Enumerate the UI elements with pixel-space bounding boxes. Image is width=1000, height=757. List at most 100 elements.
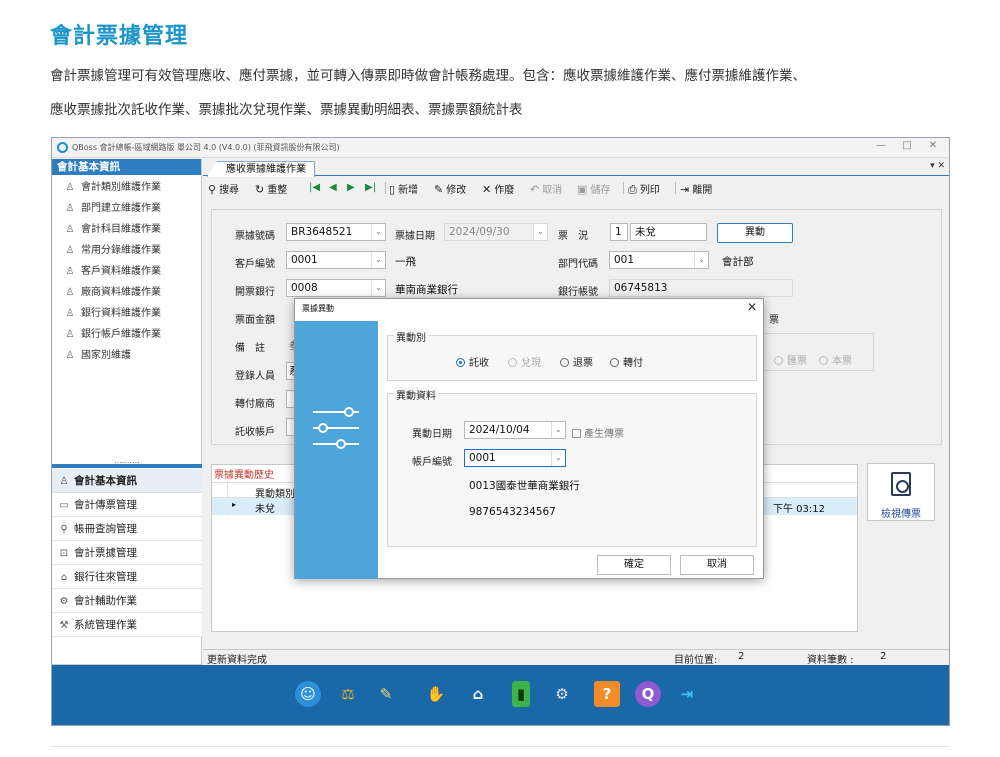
count-label: 資料筆數 :: [807, 655, 854, 666]
sidebar-item[interactable]: ♙ 銀行帳戶維護作業: [52, 324, 201, 345]
exit-button[interactable]: ⇥ 離開: [680, 181, 712, 196]
new-document-icon: ▯: [389, 183, 396, 196]
row-type: 未兌: [255, 504, 275, 515]
person-icon: ♙: [65, 245, 75, 256]
sidebar-item[interactable]: ♙ 部門建立維護作業: [52, 198, 201, 219]
row-time: 下午 03:12: [773, 504, 825, 515]
radio-draft[interactable]: 匯票: [774, 352, 807, 367]
radio-circle-icon: [560, 358, 569, 367]
window-close-button[interactable]: ✕: [923, 140, 943, 151]
chevron-down-icon[interactable]: ⌄: [533, 224, 547, 240]
status-code-field[interactable]: 1: [610, 223, 628, 241]
hand-document-app-icon[interactable]: ✋: [423, 681, 449, 707]
sidebar-item[interactable]: ♙ 廠商資料維護作業: [52, 282, 201, 303]
undo-icon: ↶: [530, 183, 540, 196]
radio-selected-icon: [456, 358, 465, 367]
minimize-button[interactable]: —: [871, 140, 891, 151]
exit-door-app-icon[interactable]: ⇥: [674, 681, 700, 707]
view-voucher-button[interactable]: 檢視傳票: [867, 463, 935, 521]
save-icon: ▣: [577, 183, 588, 196]
sidebar-splitter[interactable]: [52, 464, 202, 468]
chevron-down-icon[interactable]: ⌄: [371, 224, 385, 240]
search-button[interactable]: ⚲ 搜尋: [208, 181, 239, 196]
chevron-down-icon[interactable]: ⌄: [551, 450, 565, 466]
bank-app-icon[interactable]: ⌂: [465, 681, 491, 707]
radio-circle-icon: [819, 356, 828, 365]
nav-item-voucher[interactable]: ▭ 會計傳票管理: [52, 493, 202, 517]
amount-label: 票面金額: [235, 315, 275, 326]
nav-item-system[interactable]: ⚒ 系統管理作業: [52, 613, 202, 637]
chevron-down-icon[interactable]: ⌄: [694, 252, 708, 268]
cancel-toolbar-button[interactable]: ↶ 取消: [530, 181, 562, 196]
nav-item-assist[interactable]: ⚙ 會計輔助作業: [52, 589, 202, 613]
change-button[interactable]: 異動: [717, 223, 793, 243]
app-dock: ☺ ⚖ ✎ ✋ ⌂ ▮ ⚙ ? Q ⇥: [52, 665, 949, 725]
count-value: 2: [880, 651, 887, 662]
nav-item-bank[interactable]: ⌂ 銀行往來管理: [52, 565, 202, 589]
sidebar-item[interactable]: ♙ 會計類別維護作業: [52, 177, 201, 198]
sliders-icon: [313, 407, 359, 449]
dialog-close-button[interactable]: ✕: [747, 300, 757, 314]
sidebar-item[interactable]: ♙ 客戶資料維護作業: [52, 261, 201, 282]
chevron-down-icon[interactable]: ⌄: [371, 252, 385, 268]
scale-app-icon[interactable]: ⚖: [335, 681, 361, 707]
nav-item-ledger[interactable]: ⚲ 帳冊查詢管理: [52, 517, 202, 541]
trash-app-icon[interactable]: ▮: [512, 681, 530, 707]
window-title: QBoss 會計總帳-區域網路版 單公司 4.0 (V4.0.0) (菲飛資訊股…: [72, 143, 340, 152]
new-button[interactable]: ▯ 新增: [389, 181, 418, 196]
qboss-app-icon[interactable]: Q: [635, 681, 661, 707]
pen-app-icon[interactable]: ✎: [373, 681, 399, 707]
sidebar-item[interactable]: ♙ 國家別維護: [52, 345, 201, 366]
gear-icon: ⚙: [59, 596, 69, 607]
sidebar-item[interactable]: ♙ 銀行資料維護作業: [52, 303, 201, 324]
tab-controls[interactable]: ▾ ✕: [930, 161, 945, 171]
sidebar-header: 會計基本資訊: [52, 159, 201, 175]
radio-cash[interactable]: 兌現: [508, 354, 541, 369]
bank-code-field[interactable]: 0008 ⌄: [286, 279, 386, 297]
radio-promissory[interactable]: 本票: [819, 352, 852, 367]
refresh-button[interactable]: ↻ 重整: [255, 181, 287, 196]
ok-button[interactable]: 確定: [597, 555, 671, 575]
change-type-label: 異動別: [394, 329, 428, 344]
void-button[interactable]: ✕ 作廢: [482, 181, 514, 196]
cancel-button[interactable]: 取消: [680, 555, 754, 575]
person-icon: ♙: [65, 266, 75, 277]
account-no-input[interactable]: 0001 ⌄: [464, 449, 566, 467]
generate-voucher-checkbox[interactable]: 產生傳票: [572, 425, 624, 440]
status-label: 票 況: [558, 231, 588, 242]
intro-text-line-2: 應收票據批次託收作業、票據批次兌現作業、票據異動明細表、票據票額統計表: [50, 102, 523, 118]
edit-button[interactable]: ✎ 修改: [434, 181, 466, 196]
account-no-field[interactable]: 06745813: [609, 279, 793, 297]
chevron-down-icon[interactable]: ⌄: [371, 280, 385, 296]
bill-date-field[interactable]: 2024/09/30 ⌄: [444, 223, 548, 241]
save-button[interactable]: ▣ 儲存: [577, 181, 610, 196]
customer-name: 一飛: [395, 256, 416, 268]
nav-item-basic-info[interactable]: ♙ 會計基本資訊: [52, 469, 202, 493]
settings-app-icon[interactable]: ⚙: [549, 681, 575, 707]
bill-no-field[interactable]: BR3648521 ⌄: [286, 223, 386, 241]
status-message: 更新資料完成: [207, 655, 267, 666]
radio-transfer[interactable]: 轉付: [610, 354, 643, 369]
bill-no-label: 票據號碼: [235, 231, 275, 242]
maximize-button[interactable]: □: [897, 140, 917, 151]
change-date-field[interactable]: 2024/10/04 ⌄: [464, 421, 566, 439]
nav-item-bills[interactable]: ⊡ 會計票據管理: [52, 541, 202, 565]
chevron-down-icon[interactable]: ⌄: [551, 422, 565, 438]
tab-receivable-maintenance[interactable]: 應收票據維護作業: [207, 161, 315, 177]
note-label: 備 註: [235, 343, 265, 354]
customer-no-field[interactable]: 0001 ⌄: [286, 251, 386, 269]
help-app-icon[interactable]: ?: [594, 681, 620, 707]
sidebar: 會計基本資訊 ♙ 會計類別維護作業 ♙ 部門建立維護作業 ♙ 會計科目維護作業 ♙ 常用…: [52, 159, 202, 684]
sidebar-item[interactable]: ♙ 會計科目維護作業: [52, 219, 201, 240]
account-label: 銀行帳號: [558, 287, 598, 298]
dept-code-field[interactable]: 001 ⌄: [609, 251, 709, 269]
intro-text-line-1: 會計票據管理可有效管理應收、應付票據，並可轉入傳票即時做會計帳務處理。包含：應收…: [50, 68, 806, 84]
owl-app-icon[interactable]: ☺: [295, 681, 321, 707]
dept-name: 會計部: [722, 256, 754, 268]
radio-collect[interactable]: 託收: [456, 354, 489, 369]
account-no-label: 帳戶編號: [412, 457, 452, 468]
print-button[interactable]: ⎙ 列印: [628, 181, 660, 197]
radio-bounce[interactable]: 退票: [560, 354, 593, 369]
sidebar-item[interactable]: ♙ 常用分錄維護作業: [52, 240, 201, 261]
sidebar-item-list: ♙ 會計類別維護作業 ♙ 部門建立維護作業 ♙ 會計科目維護作業 ♙ 常用分錄維護作業 …: [52, 175, 201, 366]
